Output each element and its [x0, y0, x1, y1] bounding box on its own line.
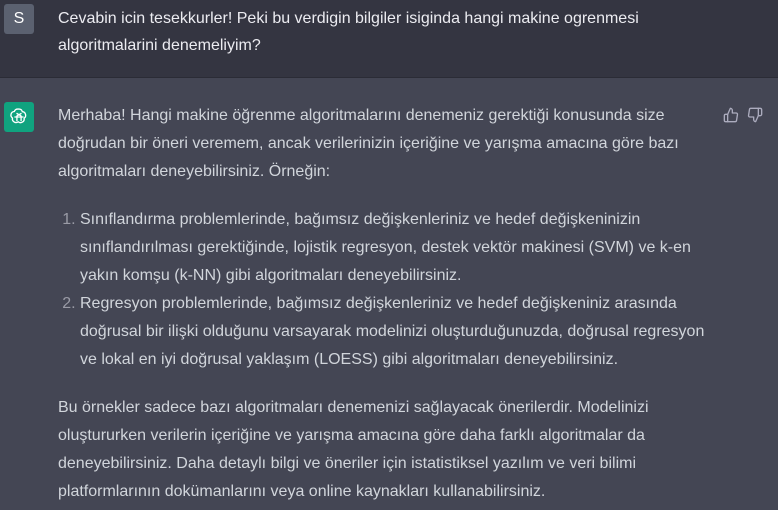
thumbs-up-button[interactable]	[722, 106, 740, 124]
thumbs-down-icon	[747, 107, 763, 123]
assistant-intro-paragraph: Merhaba! Hangi makine öğrenme algoritmal…	[58, 107, 679, 180]
list-item: Sınıflandırma problemlerinde, bağımsız d…	[80, 206, 708, 290]
user-message-row: S Cevabin icin tesekkurler! Peki bu verd…	[0, 0, 778, 78]
user-avatar-letter: S	[13, 10, 25, 27]
list-item: Regresyon problemlerinde, bağımsız değiş…	[80, 290, 708, 374]
thumbs-down-button[interactable]	[746, 106, 764, 124]
feedback-buttons	[722, 106, 764, 124]
assistant-message-text: Merhaba! Hangi makine öğrenme algoritmal…	[58, 102, 708, 506]
thumbs-up-icon	[723, 107, 739, 123]
assistant-suggestion-list: Sınıflandırma problemlerinde, bağımsız d…	[58, 206, 708, 374]
user-avatar: S	[4, 4, 34, 34]
assistant-closing-paragraph: Bu örnekler sadece bazı algoritmaları de…	[58, 399, 649, 500]
openai-logo-icon	[4, 102, 34, 132]
assistant-message-row: Merhaba! Hangi makine öğrenme algoritmal…	[0, 78, 778, 510]
user-message-text: Cevabin icin tesekkurler! Peki bu verdig…	[58, 10, 639, 54]
